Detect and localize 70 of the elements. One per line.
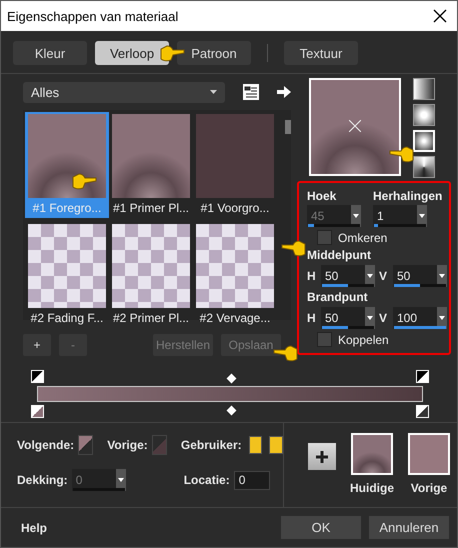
axis-label: H: [307, 311, 317, 325]
axis-label: V: [379, 269, 388, 283]
swatch-label: Vorige: [410, 481, 448, 495]
list-view-icon[interactable]: [243, 84, 259, 100]
caret-icon: [353, 214, 359, 218]
field-label: Herhalingen: [373, 189, 444, 203]
color-stop[interactable]: [31, 370, 44, 383]
caret-icon: [210, 90, 217, 94]
help-link[interactable]: Help: [21, 520, 273, 534]
number-field[interactable]: 100: [393, 307, 447, 329]
category-dropdown[interactable]: Alles: [23, 82, 225, 102]
number-field[interactable]: 50: [393, 265, 447, 287]
location-field[interactable]: 0: [234, 470, 270, 490]
material-swatch[interactable]: [351, 433, 393, 475]
section-label: Brandpunt: [307, 290, 369, 304]
field-label: Vorige:: [107, 438, 148, 452]
user-color-chip[interactable]: [269, 436, 284, 454]
pointing-hand-icon: [159, 43, 185, 63]
gradient-bar[interactable]: [37, 386, 423, 402]
dialog-button[interactable]: OK: [281, 516, 361, 539]
axis-label: H: [307, 269, 317, 283]
swatch-label: Huidige: [350, 481, 394, 495]
number-field[interactable]: 1: [373, 205, 427, 227]
pointing-hand-icon: [281, 238, 307, 258]
field-label: Locatie:: [184, 473, 230, 487]
midpoint-marker[interactable]: [226, 406, 236, 416]
plus-icon: [316, 450, 328, 462]
list-button[interactable]: +: [23, 334, 51, 356]
tab[interactable]: Patroon: [177, 41, 251, 65]
tab[interactable]: Textuur: [284, 41, 358, 65]
color-stop[interactable]: [31, 405, 44, 418]
dialog-button[interactable]: Annuleren: [369, 516, 449, 539]
field-label: Gebruiker:: [180, 438, 242, 452]
field-label: Hoek: [307, 189, 338, 203]
gradient-preview[interactable]: [309, 78, 401, 176]
gradient-style-button[interactable]: [413, 156, 435, 178]
caret-icon: [367, 274, 373, 278]
field-label: Volgende:: [17, 438, 74, 452]
number-field[interactable]: 50: [321, 265, 375, 287]
color-stop[interactable]: [416, 370, 429, 383]
axis-label: V: [379, 311, 388, 325]
midpoint-marker[interactable]: [226, 374, 236, 384]
tab[interactable]: Kleur: [13, 41, 87, 65]
next-color-chip[interactable]: [78, 435, 94, 455]
checkbox-label: Koppelen: [338, 332, 389, 346]
tab[interactable]: Verloop: [95, 41, 169, 65]
caret-icon: [439, 316, 445, 320]
previous-color-chip[interactable]: [152, 435, 167, 455]
caret-icon: [367, 316, 373, 320]
checkbox-label: Omkeren: [338, 230, 388, 244]
material-swatch[interactable]: [408, 433, 450, 475]
caret-icon: [419, 214, 425, 218]
window-title: Eigenschappen van materiaal: [7, 8, 178, 24]
pointing-hand-icon: [389, 144, 415, 164]
caret-icon: [439, 274, 445, 278]
color-stop[interactable]: [416, 405, 429, 418]
center-cross-icon: [349, 120, 361, 132]
section-label: Middelpunt: [307, 248, 372, 262]
user-color-chip[interactable]: [248, 436, 262, 454]
caret-icon: [118, 478, 124, 482]
add-button[interactable]: [308, 443, 336, 470]
arrow-right-icon[interactable]: [277, 86, 291, 98]
gradient-style-button[interactable]: [413, 78, 435, 100]
number-field[interactable]: 50: [321, 307, 375, 329]
field-label: Dekking:: [17, 473, 68, 487]
close-icon[interactable]: [433, 9, 447, 23]
pointing-hand-icon: [273, 343, 299, 363]
checkbox[interactable]: [317, 230, 332, 245]
pointing-hand-icon: [71, 171, 97, 191]
checkbox[interactable]: [317, 332, 332, 347]
